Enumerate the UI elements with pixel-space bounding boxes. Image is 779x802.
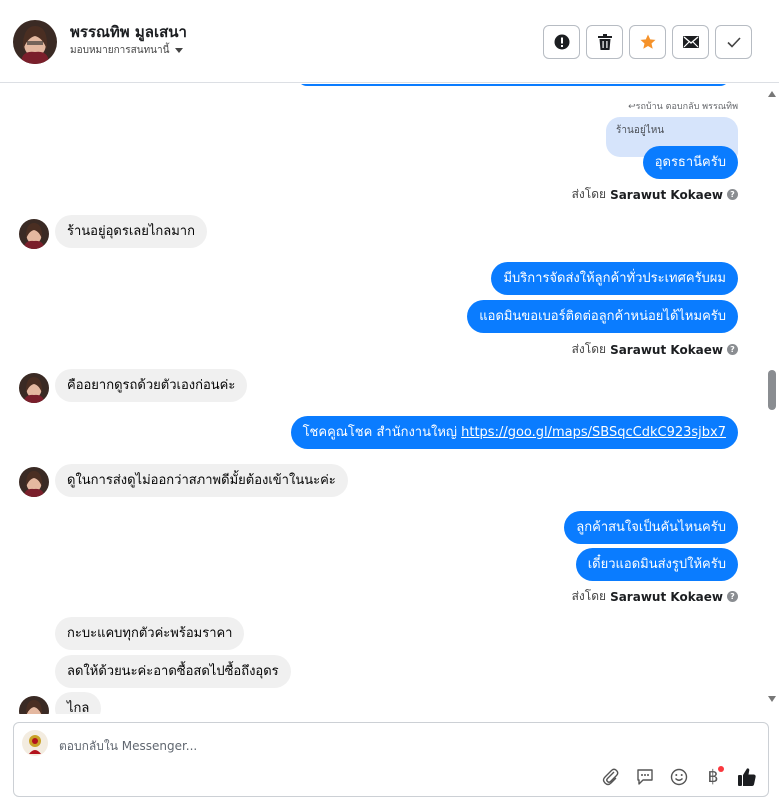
message-bubble-outgoing-link[interactable]: โชคคูณโชค สำนักงานใหญ่ https://goo.gl/ma… [290, 416, 738, 449]
payment-button[interactable]: ฿ [702, 766, 724, 788]
message-bubble-outgoing[interactable]: แอดมินขอเบอร์ติดต่อลูกค้าหน่อยได้ไหมครับ [467, 300, 738, 333]
message-bubble-incoming[interactable]: ดูในการส่งดูไม่ออกว่าสภาพดีมั้ยต้องเข้าใ… [55, 464, 348, 497]
mark-done-button[interactable] [715, 25, 752, 59]
customer-avatar-small [19, 467, 49, 497]
customer-avatar-small [19, 696, 49, 714]
message-bubble-incoming[interactable]: กะบะแคบทุกตัวค่ะพร้อมราคา [55, 617, 245, 650]
mark-unread-button[interactable] [672, 25, 709, 59]
sent-by-prefix: ส่งโดย [571, 342, 607, 356]
sent-by-agent: Sarawut Kokaew [610, 589, 723, 604]
sent-by-label: ส่งโดย Sarawut Kokaew? [572, 587, 738, 606]
sent-by-label: ส่งโดย Sarawut Kokaew? [572, 340, 738, 359]
sent-by-label: ส่งโดย Sarawut Kokaew? [572, 185, 738, 204]
like-button[interactable] [736, 766, 758, 788]
message-bubble-outgoing-partial [297, 84, 730, 86]
message-bubble-incoming[interactable]: ลดให้ด้วยนะค่ะอาดซื้อสดไปซื้อถึงอุดร [55, 655, 291, 688]
message-list[interactable]: ↩รถบ้าน ตอบกลับ พรรณทิพ ร้านอยู่ไหน อุดร… [0, 84, 779, 714]
scroll-up-arrow-icon[interactable] [768, 91, 776, 97]
header-actions [543, 25, 752, 59]
trash-icon [597, 34, 612, 50]
page-avatar [22, 730, 48, 756]
message-bubble-outgoing[interactable]: อุดรธานีครับ [642, 146, 738, 179]
message-bubble-outgoing[interactable]: ลูกค้าสนใจเป็นคันไหนครับ [564, 511, 738, 544]
sent-by-prefix: ส่งโดย [571, 589, 607, 603]
emoji-icon [670, 768, 688, 786]
reply-input[interactable]: ตอบกลับใน Messenger... [59, 737, 197, 756]
thumbs-up-icon [738, 768, 756, 786]
scrollbar[interactable] [765, 84, 779, 714]
delete-button[interactable] [586, 25, 623, 59]
star-button[interactable] [629, 25, 666, 59]
maps-link[interactable]: https://goo.gl/maps/SBSqcCdkC923sjbx7 [461, 425, 726, 440]
saved-reply-icon [637, 769, 653, 785]
reply-composer[interactable]: ตอบกลับใน Messenger... ฿ [13, 722, 769, 797]
help-icon[interactable]: ? [727, 189, 738, 200]
sent-by-agent: Sarawut Kokaew [610, 342, 723, 357]
report-button[interactable] [543, 25, 580, 59]
scrollbar-thumb[interactable] [768, 370, 776, 410]
help-icon[interactable]: ? [727, 591, 738, 602]
customer-avatar-small [19, 219, 49, 249]
message-bubble-incoming[interactable]: ไกล [55, 692, 102, 714]
reply-note: ↩รถบ้าน ตอบกลับ พรรณทิพ [628, 102, 738, 112]
notification-dot [718, 766, 724, 772]
saved-reply-button[interactable] [634, 766, 656, 788]
report-icon [554, 34, 569, 50]
help-icon[interactable]: ? [727, 344, 738, 355]
scroll-down-arrow-icon[interactable] [768, 696, 776, 702]
mail-icon [682, 36, 699, 48]
sent-by-prefix: ส่งโดย [571, 187, 607, 201]
message-bubble-incoming[interactable]: คืออยากดูรถด้วยตัวเองก่อนค่ะ [55, 369, 248, 402]
customer-avatar-small [19, 373, 49, 403]
star-icon [640, 34, 655, 49]
message-bubble-outgoing[interactable]: มีบริการจัดส่งให้ลูกค้าทั่วประเทศครับผม [491, 262, 738, 295]
assign-conversation-dropdown[interactable]: มอบหมายการสนทนานี้ [70, 43, 184, 58]
attach-button[interactable] [600, 766, 622, 788]
customer-avatar[interactable] [13, 20, 57, 64]
message-bubble-outgoing[interactable]: เดี๋ยวแอดมินส่งรูปให้ครับ [575, 548, 738, 581]
message-text: โชคคูณโชค สำนักงานใหญ่ [302, 425, 462, 440]
composer-tools: ฿ [600, 766, 758, 788]
emoji-button[interactable] [668, 766, 690, 788]
caret-down-icon [175, 48, 184, 53]
quoted-text: ร้านอยู่ไหน [616, 125, 665, 136]
sent-by-agent: Sarawut Kokaew [610, 187, 723, 202]
assign-label: มอบหมายการสนทนานี้ [70, 45, 170, 56]
attach-icon [602, 768, 619, 786]
customer-name: พรรณทิพ มูลเสนา [70, 23, 187, 41]
check-icon [726, 36, 741, 48]
baht-payment-icon: ฿ [707, 767, 719, 787]
conversation-header: พรรณทิพ มูลเสนา มอบหมายการสนทนานี้ [0, 0, 779, 83]
message-bubble-incoming[interactable]: ร้านอยู่อุดรเลยไกลมาก [55, 215, 207, 248]
